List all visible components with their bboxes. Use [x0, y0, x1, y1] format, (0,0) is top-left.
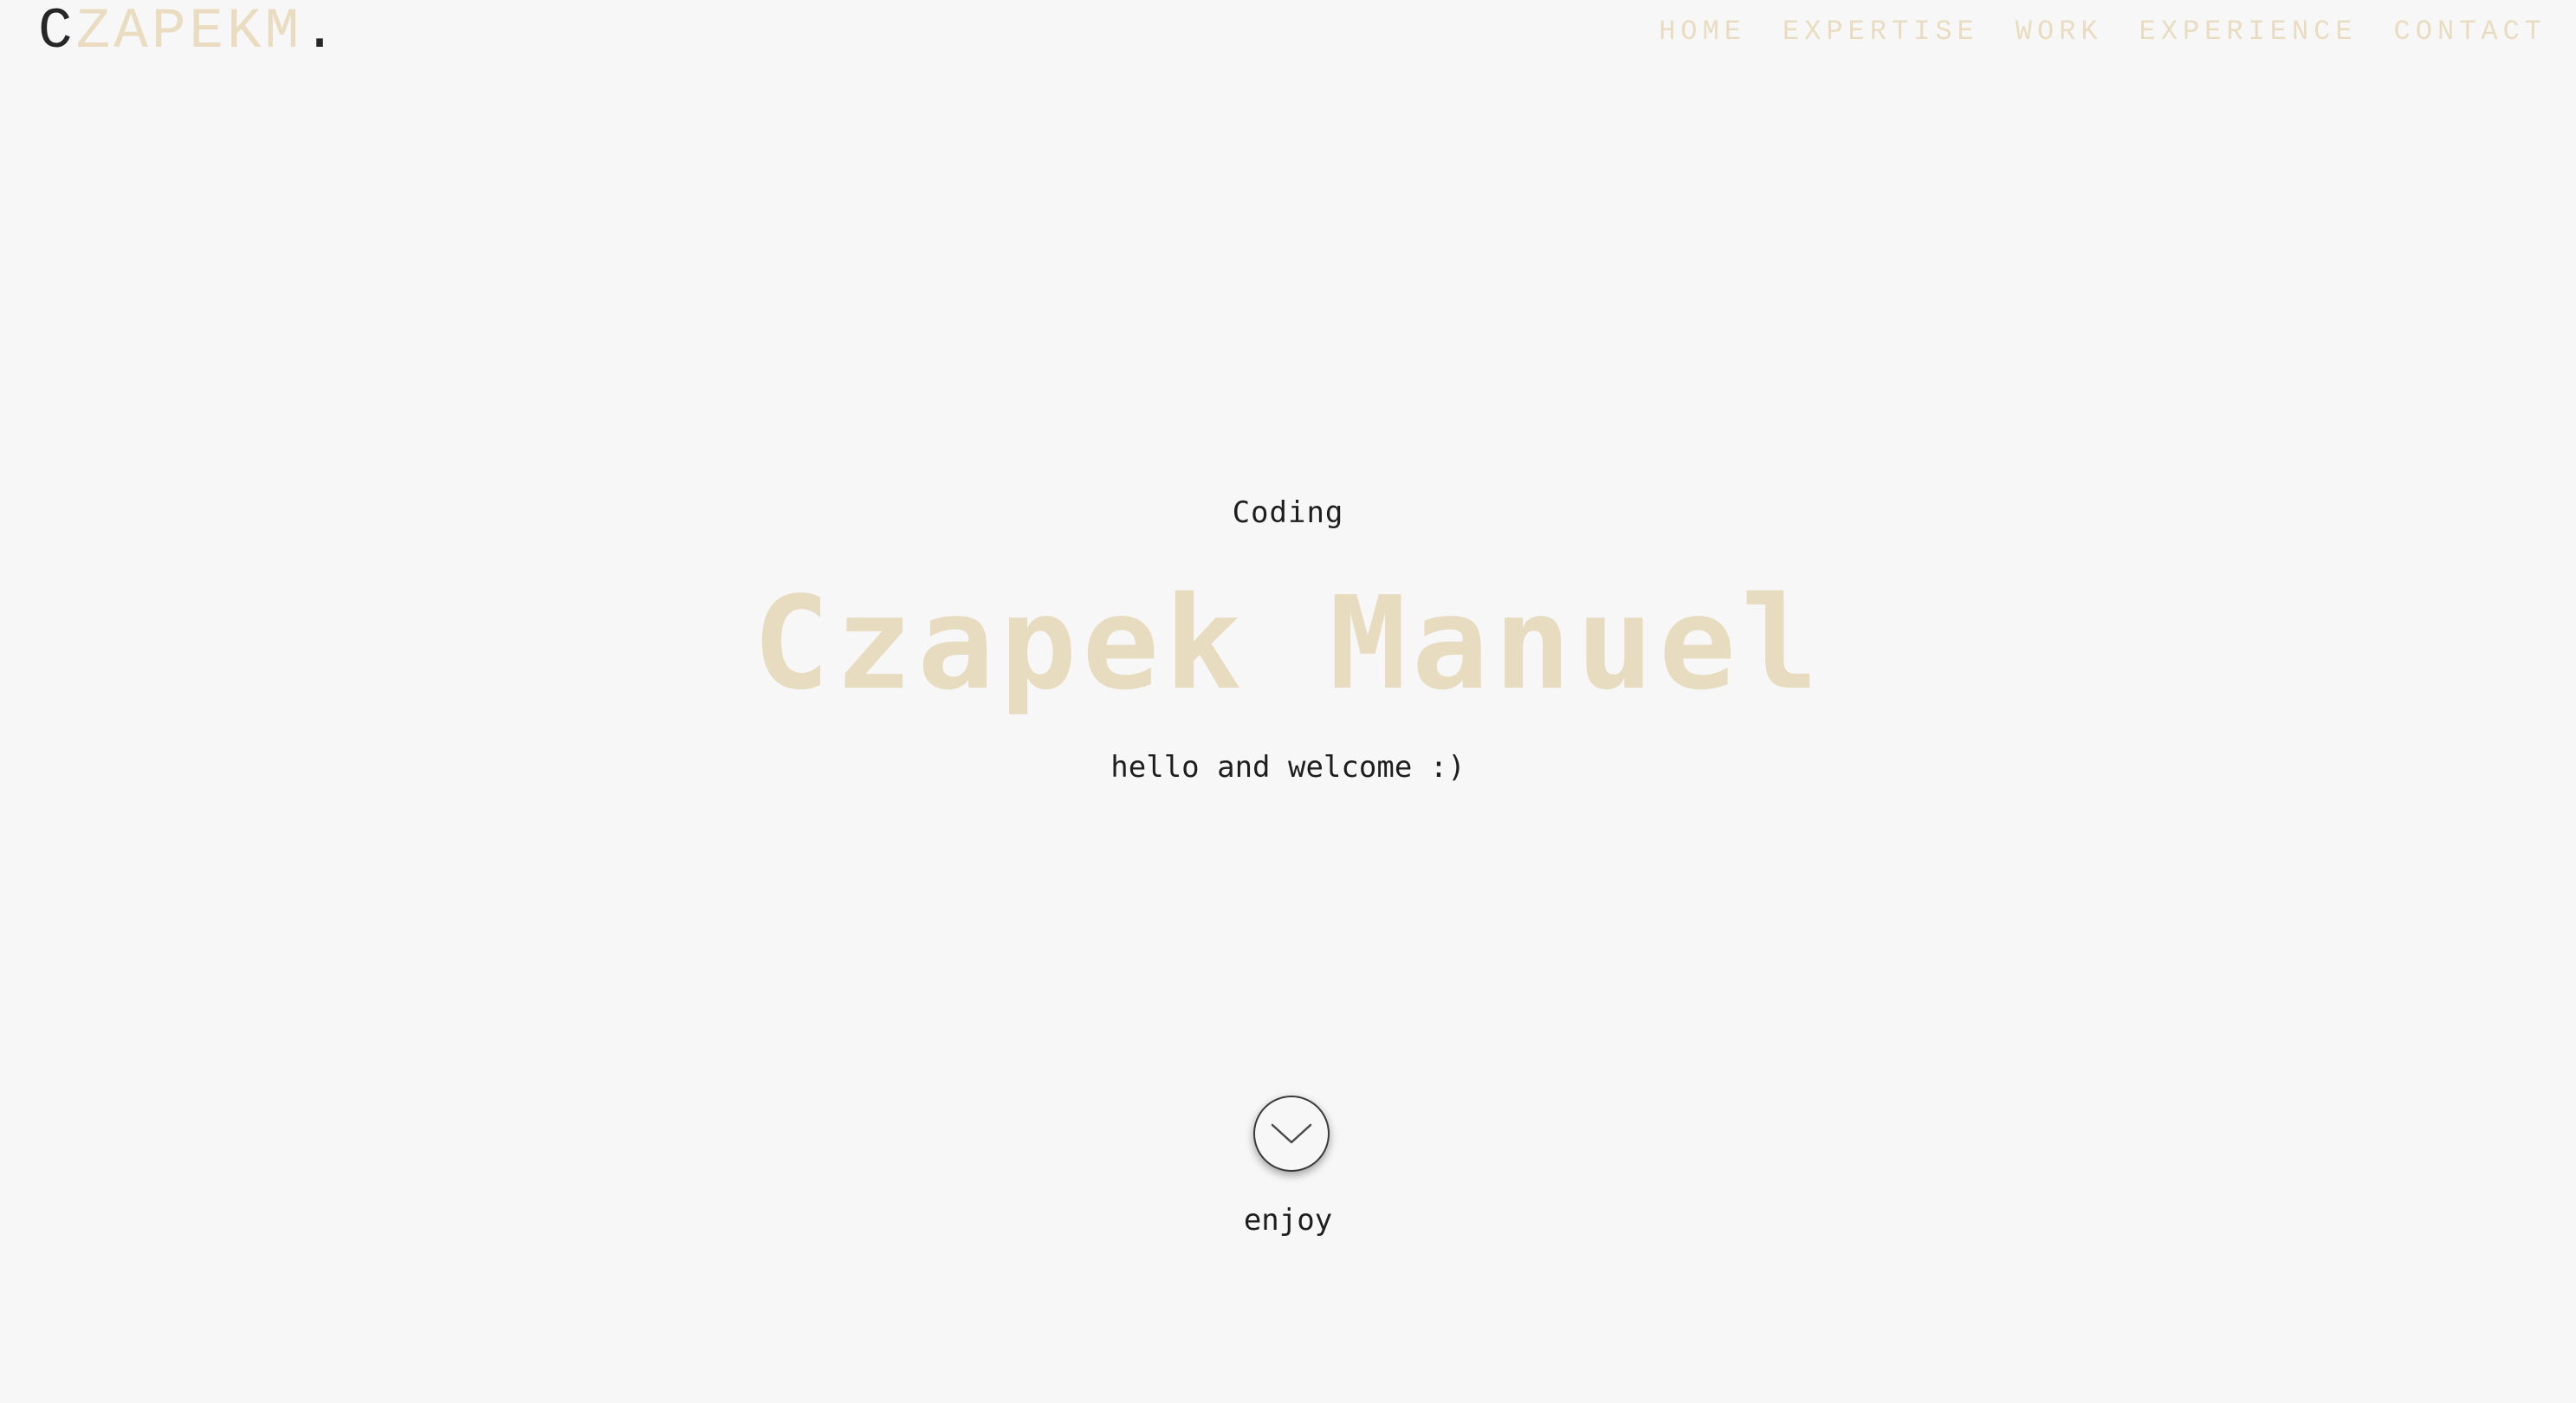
nav-work[interactable]: WORK [2016, 16, 2103, 48]
hero-subtitle: Coding [1232, 495, 1344, 530]
chevron-down-icon [1271, 1123, 1312, 1144]
hero-greeting: hello and welcome :) [1110, 750, 1466, 785]
logo-dot: . [302, 0, 340, 64]
site-logo[interactable]: C ZAPEKM. [38, 0, 340, 64]
nav-experience[interactable]: EXPERIENCE [2139, 16, 2358, 48]
nav-contact[interactable]: CONTACT [2394, 16, 2547, 48]
nav-home[interactable]: HOME [1659, 16, 1746, 48]
logo-rest: ZAPEKM [75, 0, 303, 64]
logo-initial: C [38, 0, 76, 64]
nav-expertise[interactable]: EXPERTISE [1783, 16, 1979, 48]
scroll-down-button[interactable] [1253, 1096, 1330, 1172]
hero-name: Czapek Manuel [752, 569, 1824, 718]
scroll-label: enjoy [1243, 1203, 1333, 1238]
main-nav: HOME EXPERTISE WORK EXPERIENCE CONTACT [1659, 0, 2547, 62]
